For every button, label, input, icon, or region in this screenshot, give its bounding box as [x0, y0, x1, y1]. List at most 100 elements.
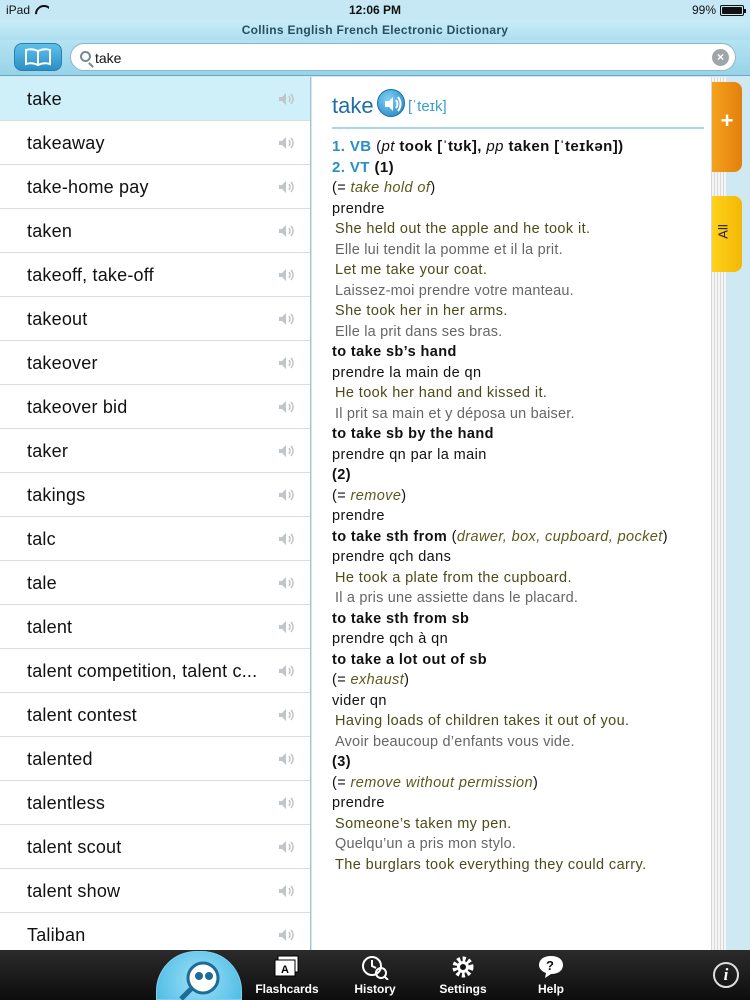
word-label: taken — [27, 221, 73, 241]
gloss-close: ) — [430, 180, 436, 196]
list-item[interactable]: takeout — [0, 297, 310, 341]
gloss: (= exhaust) — [332, 670, 704, 691]
info-button[interactable]: i — [713, 962, 739, 988]
list-item[interactable]: talc — [0, 517, 310, 561]
list-item[interactable]: taken — [0, 209, 310, 253]
phrase: to take sth from sb — [332, 610, 470, 627]
list-item[interactable]: talent contest — [0, 693, 310, 737]
app-title: Collins English French Electronic Dictio… — [0, 20, 750, 40]
speaker-icon[interactable] — [278, 928, 296, 942]
search-field[interactable]: × — [70, 43, 736, 71]
all-tab-label: All — [715, 224, 731, 239]
list-item[interactable]: takeoff, take-off — [0, 253, 310, 297]
list-item[interactable]: take-home pay — [0, 165, 310, 209]
speaker-icon[interactable] — [278, 180, 296, 194]
gloss-text: take hold of — [350, 180, 431, 196]
example: He took her hand and kissed it. — [335, 385, 548, 401]
history-label: History — [354, 982, 396, 996]
translation: prendre qn par la main — [332, 446, 487, 463]
speaker-icon[interactable] — [278, 136, 296, 150]
headword-row: take [ˈteɪk] — [332, 89, 704, 129]
gloss-open: (= — [332, 672, 351, 688]
settings-button[interactable]: Settings — [423, 954, 503, 996]
translation: prendre — [332, 508, 385, 524]
list-item[interactable]: taker — [0, 429, 310, 473]
pronunciation-speaker-button[interactable] — [377, 89, 405, 117]
gloss-close: ) — [401, 487, 407, 504]
gloss-text: remove without permission — [350, 774, 533, 791]
all-tab[interactable]: All — [712, 196, 742, 272]
add-flashcard-tab[interactable]: + — [712, 82, 742, 172]
list-item[interactable]: talent show — [0, 869, 310, 913]
speaker-icon[interactable] — [278, 840, 296, 854]
speaker-icon[interactable] — [278, 664, 296, 678]
speaker-icon[interactable] — [278, 576, 296, 590]
gloss-open: (= — [332, 487, 351, 504]
list-item[interactable]: talent — [0, 605, 310, 649]
example: Let me take your coat. — [335, 262, 488, 278]
list-item[interactable]: talentless — [0, 781, 310, 825]
list-item[interactable]: tale — [0, 561, 310, 605]
word-label: take-home pay — [27, 177, 149, 197]
search-input[interactable] — [95, 47, 695, 69]
speaker-icon[interactable] — [278, 708, 296, 722]
flashcards-button[interactable]: A Flashcards — [247, 954, 327, 996]
word-label: talent show — [27, 881, 121, 901]
speaker-icon[interactable] — [278, 224, 296, 238]
phrase: to take sth from — [332, 528, 448, 545]
speaker-icon[interactable] — [278, 92, 296, 106]
word-label: talent — [27, 617, 73, 637]
example-translation: Laissez-moi prendre votre manteau. — [335, 282, 574, 299]
pronunciation: [ˈteɪk] — [408, 98, 447, 115]
list-item[interactable]: talent scout — [0, 825, 310, 869]
headword: take — [332, 93, 374, 118]
list-item[interactable]: takings — [0, 473, 310, 517]
gloss-close: ) — [404, 672, 410, 688]
history-button[interactable]: History — [335, 954, 415, 996]
gloss: (= remove without permission) — [332, 773, 704, 794]
speaker-icon[interactable] — [278, 400, 296, 414]
search-icon — [80, 51, 91, 62]
word-label: talc — [27, 529, 56, 549]
word-label: tale — [27, 573, 57, 593]
help-button[interactable]: ? Help — [511, 954, 591, 996]
entry-body: 1. VB (pt took [ˈtʊk], pp taken [ˈteɪkən… — [332, 137, 704, 875]
speaker-icon[interactable] — [278, 752, 296, 766]
speaker-icon[interactable] — [278, 796, 296, 810]
speaker-icon[interactable] — [278, 488, 296, 502]
pt-form: took [ˈtʊk], — [399, 138, 482, 155]
settings-label: Settings — [439, 982, 487, 996]
gloss-text: exhaust — [350, 672, 405, 688]
list-item[interactable]: takeover — [0, 341, 310, 385]
list-item[interactable]: Taliban — [0, 913, 310, 950]
speaker-icon — [385, 96, 402, 112]
translation: prendre — [332, 795, 385, 811]
speaker-icon[interactable] — [278, 532, 296, 546]
gloss: (= take hold of) — [332, 178, 704, 199]
pp-label: pp — [486, 138, 504, 155]
list-item[interactable]: takeaway — [0, 121, 310, 165]
speaker-icon[interactable] — [278, 444, 296, 458]
speaker-icon[interactable] — [278, 268, 296, 282]
list-item[interactable]: talented — [0, 737, 310, 781]
word-label: Taliban — [27, 925, 86, 945]
example-translation: Avoir beaucoup d’enfants vous vide. — [335, 733, 575, 750]
word-label: take — [27, 89, 62, 109]
list-item[interactable]: take — [0, 77, 310, 121]
speaker-icon[interactable] — [278, 356, 296, 370]
word-label: takings — [27, 485, 86, 505]
list-item[interactable]: talent competition, talent c... — [0, 649, 310, 693]
pt-label: pt — [381, 138, 395, 155]
context-open: ( — [447, 528, 457, 545]
speaker-icon[interactable] — [278, 620, 296, 634]
sense-2: 2. VT (1) — [332, 158, 704, 179]
phrase: to take sb’s hand — [332, 344, 457, 360]
speaker-icon[interactable] — [278, 312, 296, 326]
list-item[interactable]: takeover bid — [0, 385, 310, 429]
clear-search-button[interactable]: × — [712, 49, 729, 66]
search-home-button[interactable] — [156, 951, 242, 1000]
dictionary-book-button[interactable] — [14, 43, 62, 71]
example-translation: Elle lui tendit la pomme et il la prit. — [335, 241, 563, 258]
speaker-icon[interactable] — [278, 884, 296, 898]
phrase: to take a lot out of sb — [332, 651, 488, 668]
